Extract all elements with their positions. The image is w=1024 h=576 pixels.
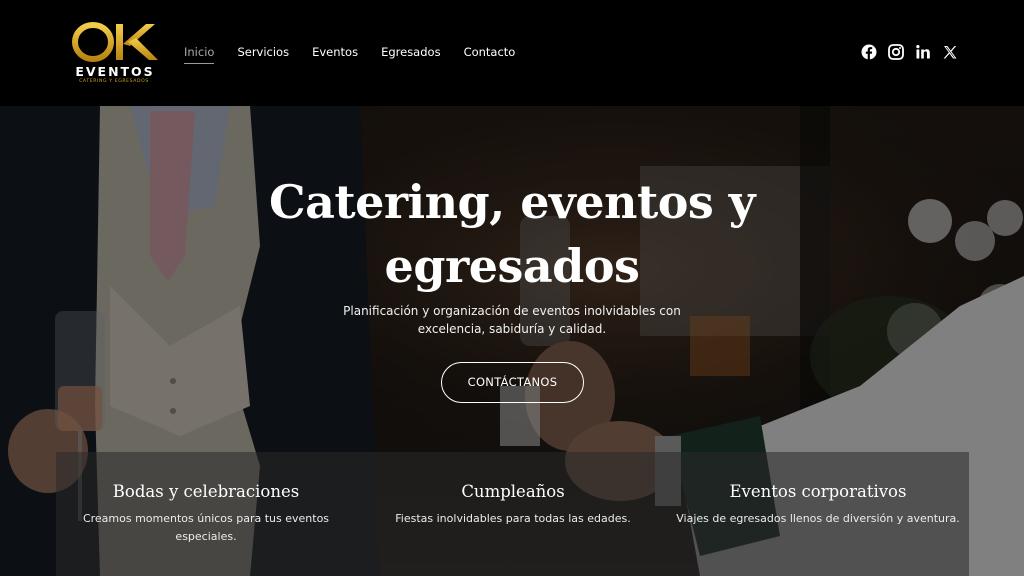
linkedin-icon[interactable] — [915, 44, 931, 60]
hero-title: Catering, eventos y egresados — [268, 175, 756, 293]
social-links — [861, 44, 969, 60]
main-nav: Inicio Servicios Eventos Egresados Conta… — [184, 44, 538, 64]
nav-item-servicios[interactable]: Servicios — [237, 44, 289, 60]
logo-tagline: CATERING Y EGRESADOS — [79, 79, 149, 84]
feature-card-corporativos: Eventos corporativos Viajes de egresados… — [668, 480, 968, 528]
logo[interactable]: EVENTOS CATERING Y EGRESADOS — [66, 20, 162, 86]
feature-card-cumpleanos: Cumpleaños Fiestas inolvidables para tod… — [363, 480, 663, 528]
nav-item-eventos[interactable]: Eventos — [312, 44, 358, 60]
x-icon[interactable] — [942, 44, 958, 60]
facebook-icon[interactable] — [861, 44, 877, 60]
ok-logo-mark — [72, 22, 158, 62]
feature-text: Viajes de egresados llenos de diversión … — [676, 512, 960, 525]
feature-title: Eventos corporativos — [729, 482, 907, 501]
logo-wordmark: EVENTOS — [75, 64, 155, 79]
nav-item-contacto[interactable]: Contacto — [464, 44, 516, 60]
feature-title: Cumpleaños — [461, 482, 565, 501]
nav-item-egresados[interactable]: Egresados — [381, 44, 440, 60]
feature-text: Creamos momentos únicos para tus eventos… — [82, 512, 330, 543]
nav-item-inicio[interactable]: Inicio — [184, 44, 215, 64]
site-header: EVENTOS CATERING Y EGRESADOS Inicio Serv… — [0, 0, 1024, 106]
instagram-icon[interactable] — [888, 44, 904, 60]
contact-button[interactable]: CONTÁCTANOS — [441, 362, 584, 403]
feature-text: Fiestas inolvidables para todas las edad… — [395, 512, 631, 525]
hero-section: Catering, eventos y egresados Planificac… — [0, 106, 1024, 576]
feature-card-bodas: Bodas y celebraciones Creamos momentos ú… — [56, 480, 356, 546]
hero-subtitle: Planificación y organización de eventos … — [343, 304, 681, 336]
features-strip: Bodas y celebraciones Creamos momentos ú… — [56, 452, 969, 576]
feature-title: Bodas y celebraciones — [112, 482, 300, 501]
